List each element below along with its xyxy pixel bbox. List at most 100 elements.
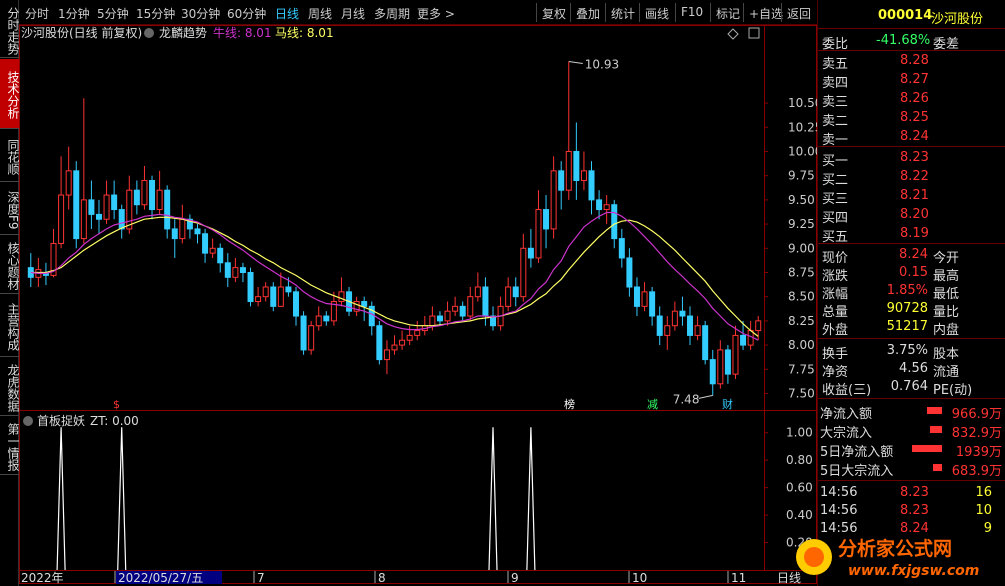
left-tab-6[interactable]: 主营构成 bbox=[0, 295, 19, 357]
x-axis-label-3: 8 bbox=[378, 571, 386, 585]
candle-body bbox=[535, 209, 542, 259]
divider bbox=[818, 480, 1005, 481]
candle-body bbox=[399, 339, 406, 346]
candle-body bbox=[740, 334, 747, 346]
toolbar-right-7[interactable]: 返回 bbox=[787, 5, 811, 22]
candle-body bbox=[649, 291, 656, 317]
candle-body bbox=[679, 310, 686, 317]
toolbar-item-2[interactable]: 5分钟 bbox=[97, 5, 129, 22]
y-tick-label: 9.50 bbox=[788, 193, 815, 207]
candle-body bbox=[149, 180, 156, 211]
candle-body bbox=[641, 291, 648, 307]
sub-collapse-icon[interactable] bbox=[23, 416, 33, 426]
sub-y-tick-label: 0.80 bbox=[786, 453, 813, 467]
candle-body bbox=[505, 286, 512, 307]
stock-app: 分时走势 技术分析 同花顺 深度F9 核心题材 主营构成 龙虎数据 第一情报 分时 1分钟 5分钟… bbox=[0, 0, 1005, 586]
toolbar-right-6[interactable]: +自选 bbox=[749, 5, 783, 22]
left-tab-1[interactable]: 分时走势 bbox=[0, 2, 19, 58]
tick-price: 8.23 bbox=[900, 503, 929, 518]
flow-bar bbox=[912, 445, 942, 452]
candle-body bbox=[603, 204, 610, 211]
left-tab-4[interactable]: 深度F9 bbox=[0, 183, 19, 235]
candle-body bbox=[580, 170, 587, 182]
quote-row-0: 现价 8.24 今开 bbox=[818, 245, 1005, 266]
sell-row-1: 卖一 8.24 bbox=[818, 127, 1005, 148]
left-tab-5[interactable]: 核心题材 bbox=[0, 236, 19, 294]
quote-row-1: 涨跌 0.15 最高 bbox=[818, 263, 1005, 284]
collapse-icon[interactable] bbox=[144, 28, 154, 38]
candle-body bbox=[88, 199, 95, 215]
toolbar-item-7[interactable]: 周线 bbox=[308, 5, 332, 22]
toolbar-item-9[interactable]: 多周期 bbox=[374, 5, 410, 22]
low-pointer bbox=[698, 394, 713, 399]
candle-body bbox=[565, 150, 572, 191]
candle-body bbox=[118, 209, 125, 230]
candle-body bbox=[482, 286, 489, 317]
candle-body bbox=[179, 218, 186, 240]
left-tab-7[interactable]: 龙虎数据 bbox=[0, 358, 19, 416]
left-tab-3[interactable]: 同花顺 bbox=[0, 130, 19, 182]
candle-body bbox=[376, 325, 383, 361]
toolbar-right-3[interactable]: 画线 bbox=[645, 5, 669, 22]
stock-code: 000014 bbox=[878, 8, 933, 23]
candle-body bbox=[512, 286, 519, 298]
diamond-icon[interactable] bbox=[727, 28, 739, 40]
candle-body bbox=[217, 247, 224, 264]
chart-title: 沙河股份(日线 前复权) bbox=[21, 25, 142, 40]
toolbar-item-1[interactable]: 1分钟 bbox=[58, 5, 90, 22]
toolbar-item-6[interactable]: 日线 bbox=[275, 5, 299, 22]
candle-body bbox=[588, 170, 595, 201]
x-axis-label-4: 9 bbox=[511, 571, 519, 585]
zt-spike bbox=[56, 427, 66, 571]
tick-price: 8.23 bbox=[900, 485, 929, 500]
kline-chart[interactable]: 沙河股份(日线 前复权) 龙麟趋势牛线: 8.01马线: 8.01 10.50 10.… bbox=[17, 25, 822, 586]
flow-row-3: 5日大宗流入 683.9万 bbox=[818, 458, 1005, 479]
y-tick-label: 10.25 bbox=[788, 120, 817, 134]
candle-body bbox=[755, 320, 762, 332]
toolbar-right-1[interactable]: 叠加 bbox=[576, 5, 600, 22]
quote2-row-0: 换手 3.75% 股本 bbox=[818, 341, 1005, 362]
candle-body bbox=[338, 291, 345, 303]
maximize-icon[interactable] bbox=[748, 27, 760, 39]
sell-row-3: 卖三 8.26 bbox=[818, 89, 1005, 110]
toolbar-item-10[interactable]: 更多 > bbox=[417, 5, 455, 22]
watermark: 分析家公式网 www.fxjgsw.com bbox=[790, 527, 1002, 583]
toolbar-right-5[interactable]: 标记 bbox=[716, 5, 740, 22]
candle-body bbox=[414, 330, 421, 336]
left-tab-bar: 分时走势 技术分析 同花顺 深度F9 核心题材 主营构成 龙虎数据 第一情报 bbox=[0, 0, 19, 586]
candle-body bbox=[126, 189, 133, 230]
buy-price: 8.19 bbox=[900, 226, 929, 241]
toolbar-item-5[interactable]: 60分钟 bbox=[227, 5, 266, 22]
y-tick-label: 9.00 bbox=[788, 241, 815, 255]
candle-body bbox=[315, 315, 322, 327]
left-tab-8[interactable]: 第一情报 bbox=[0, 417, 19, 475]
sell-price: 8.25 bbox=[900, 110, 929, 125]
toolbar-right-0[interactable]: 复权 bbox=[542, 5, 566, 22]
watermark-main: 分析家公式网 bbox=[838, 537, 952, 560]
toolbar-item-3[interactable]: 15分钟 bbox=[136, 5, 175, 22]
candle-body bbox=[103, 194, 110, 220]
quote-panel: 000014 沙河股份 委比 -41.68% 委差 卖五 8.28 卖四 8.27 卖三 8.26 卖… bbox=[817, 0, 1005, 586]
sell-row-2: 卖二 8.25 bbox=[818, 108, 1005, 129]
sub-y-tick-label: 0.60 bbox=[786, 481, 813, 495]
candle-body bbox=[467, 296, 474, 317]
high-pointer bbox=[568, 60, 583, 64]
toolbar-right-2[interactable]: 统计 bbox=[611, 5, 635, 22]
toolbar-right-4[interactable]: F10 bbox=[681, 5, 703, 19]
x-axis-label-0: 2022年 bbox=[21, 571, 64, 585]
toolbar-separator bbox=[675, 3, 676, 22]
flow-row-0: 净流入额 966.9万 bbox=[818, 401, 1005, 422]
left-tab-2[interactable]: 技术分析 bbox=[0, 59, 19, 129]
chart-area[interactable]: 沙河股份(日线 前复权) 龙麟趋势牛线: 8.01马线: 8.01 10.50 10.… bbox=[17, 25, 822, 586]
sell-row-4: 卖四 8.27 bbox=[818, 70, 1005, 91]
candle-body bbox=[474, 286, 481, 298]
quote2-value: 0.764 bbox=[890, 379, 928, 394]
candle-body bbox=[626, 257, 633, 288]
toolbar-item-4[interactable]: 30分钟 bbox=[181, 5, 220, 22]
event-marker-0: $ bbox=[113, 398, 120, 411]
quote-value: 1.85% bbox=[886, 283, 928, 298]
candle-body bbox=[573, 150, 580, 182]
toolbar-item-0[interactable]: 分时 bbox=[25, 5, 49, 22]
quote-row-3: 总量 90728 量比 bbox=[818, 299, 1005, 320]
toolbar-item-8[interactable]: 月线 bbox=[341, 5, 365, 22]
